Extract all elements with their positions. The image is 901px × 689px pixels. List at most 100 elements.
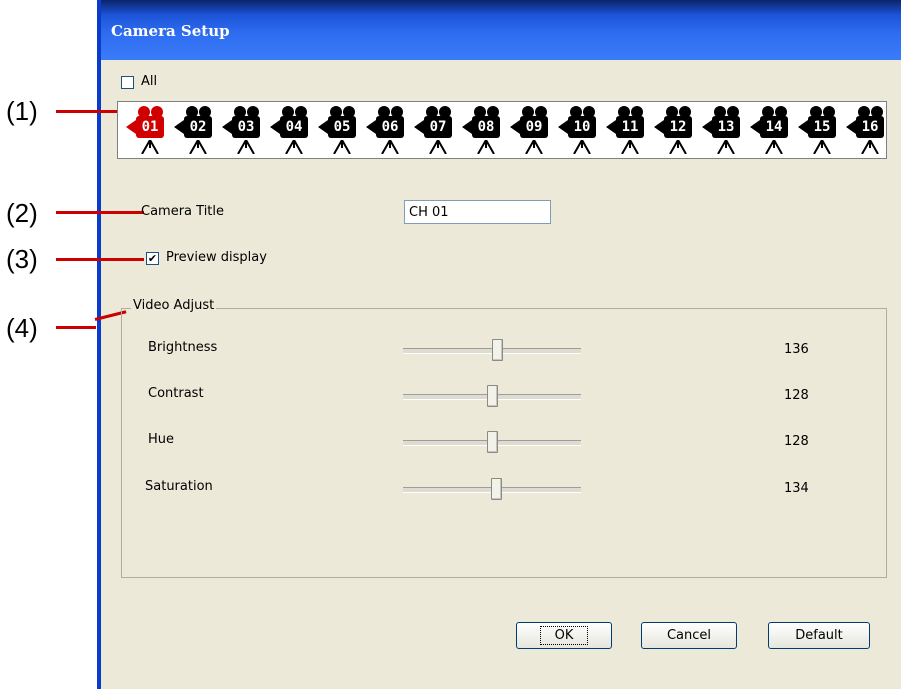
camera-number: 01: [141, 119, 159, 135]
camera-12-button[interactable]: 12: [650, 104, 696, 156]
saturation-slider-thumb[interactable]: [491, 478, 502, 500]
camera-lens-icon: [222, 120, 232, 134]
annotation-3-line: [56, 258, 144, 261]
camera-08-button[interactable]: 08: [458, 104, 504, 156]
camera-11-button[interactable]: 11: [602, 104, 648, 156]
camera-number: 11: [621, 119, 639, 135]
camera-01-button[interactable]: 01: [122, 104, 168, 156]
camera-lens-icon: [174, 120, 184, 134]
default-button[interactable]: Default: [768, 622, 870, 649]
camera-lens-icon: [702, 120, 712, 134]
camera-lens-icon: [462, 120, 472, 134]
tripod-icon: [621, 140, 639, 154]
video-adjust-legend: Video Adjust: [131, 298, 217, 313]
camera-04-button[interactable]: 04: [266, 104, 312, 156]
camera-lens-icon: [318, 120, 328, 134]
brightness-slider-thumb[interactable]: [492, 339, 503, 361]
camera-lens-icon: [558, 120, 568, 134]
tripod-icon: [525, 140, 543, 154]
camera-number: 03: [237, 119, 255, 135]
slider-label-brightness: Brightness: [148, 340, 218, 355]
camera-03-button[interactable]: 03: [218, 104, 264, 156]
annotation-4: (4): [6, 313, 38, 343]
cancel-button[interactable]: Cancel: [641, 622, 737, 649]
camera-number: 14: [765, 119, 783, 135]
tripod-icon: [813, 140, 831, 154]
camera-lens-icon: [366, 120, 376, 134]
window-title: Camera Setup: [111, 22, 230, 40]
tripod-icon: [573, 140, 591, 154]
all-checkbox-label: All: [141, 74, 158, 89]
camera-number: 12: [669, 119, 687, 135]
tripod-icon: [765, 140, 783, 154]
camera-number: 15: [813, 119, 831, 135]
annotation-1: (1): [6, 96, 38, 126]
all-checkbox[interactable]: [121, 76, 134, 89]
annotation-1-line: [56, 110, 120, 113]
camera-lens-icon: [510, 120, 520, 134]
camera-10-button[interactable]: 10: [554, 104, 600, 156]
tripod-icon: [669, 140, 687, 154]
camera-lens-icon: [126, 120, 136, 134]
camera-number: 13: [717, 119, 735, 135]
camera-02-button[interactable]: 02: [170, 104, 216, 156]
camera-lens-icon: [606, 120, 616, 134]
camera-lens-icon: [414, 120, 424, 134]
tripod-icon: [429, 140, 447, 154]
camera-title-label: Camera Title: [141, 204, 225, 219]
camera-07-button[interactable]: 07: [410, 104, 456, 156]
annotation-2-line: [56, 211, 144, 214]
tripod-icon: [477, 140, 495, 154]
camera-lens-icon: [654, 120, 664, 134]
tripod-icon: [381, 140, 399, 154]
checkmark-icon: ✔: [147, 252, 158, 265]
camera-13-button[interactable]: 13: [698, 104, 744, 156]
hue-value: 128: [784, 434, 809, 449]
camera-title-input[interactable]: [404, 200, 551, 224]
cancel-button-label: Cancel: [666, 628, 712, 643]
tripod-icon: [333, 140, 351, 154]
camera-number: 07: [429, 119, 447, 135]
ok-button-label: OK: [539, 626, 589, 645]
slider-label-saturation: Saturation: [145, 479, 213, 494]
camera-lens-icon: [798, 120, 808, 134]
camera-05-button[interactable]: 05: [314, 104, 360, 156]
preview-display-label: Preview display: [166, 250, 267, 265]
camera-number: 09: [525, 119, 543, 135]
annotation-4-line: [56, 326, 96, 329]
annotation-2: (2): [6, 198, 38, 228]
camera-number: 05: [333, 119, 351, 135]
title-bar[interactable]: Camera Setup: [101, 0, 901, 60]
default-button-label: Default: [795, 628, 843, 643]
tripod-icon: [861, 140, 879, 154]
camera-lens-icon: [750, 120, 760, 134]
camera-number: 04: [285, 119, 303, 135]
camera-number: 10: [573, 119, 591, 135]
camera-16-button[interactable]: 16: [842, 104, 888, 156]
camera-06-button[interactable]: 06: [362, 104, 408, 156]
contrast-slider-thumb[interactable]: [487, 385, 498, 407]
tripod-icon: [237, 140, 255, 154]
camera-selector-strip: 01 02 03 04 05 06 07 08 09 10 11 12 13 14 15 16: [117, 101, 887, 159]
camera-15-button[interactable]: 15: [794, 104, 840, 156]
slider-label-hue: Hue: [148, 432, 175, 447]
camera-number: 06: [381, 119, 399, 135]
camera-14-button[interactable]: 14: [746, 104, 792, 156]
annotation-3: (3): [6, 244, 38, 274]
camera-lens-icon: [270, 120, 280, 134]
tripod-icon: [189, 140, 207, 154]
brightness-value: 136: [784, 342, 809, 357]
tripod-icon: [141, 140, 159, 154]
camera-lens-icon: [846, 120, 856, 134]
saturation-value: 134: [784, 481, 809, 496]
slider-label-contrast: Contrast: [148, 386, 204, 401]
ok-button[interactable]: OK: [516, 622, 612, 649]
tripod-icon: [285, 140, 303, 154]
hue-slider-thumb[interactable]: [487, 431, 498, 453]
preview-display-checkbox[interactable]: ✔: [146, 252, 159, 265]
camera-09-button[interactable]: 09: [506, 104, 552, 156]
camera-number: 08: [477, 119, 495, 135]
camera-number: 02: [189, 119, 207, 135]
contrast-value: 128: [784, 388, 809, 403]
tripod-icon: [717, 140, 735, 154]
